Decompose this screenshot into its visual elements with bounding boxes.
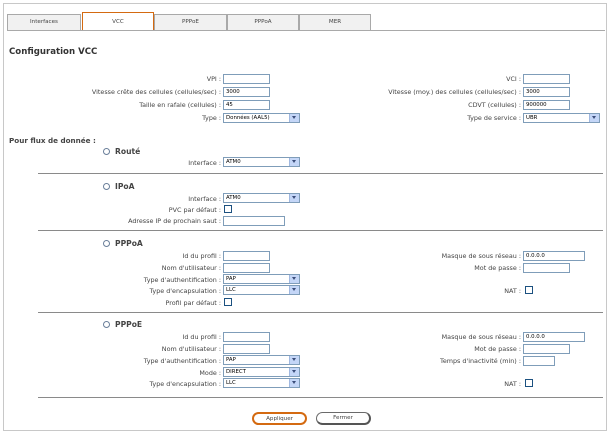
pppoe-radio[interactable] bbox=[103, 321, 110, 328]
type-select-value: Données (AAL5) bbox=[226, 115, 270, 121]
pppoe-mode-label: Mode : bbox=[199, 369, 221, 377]
vci-label: VCI : bbox=[506, 75, 521, 83]
chevron-down-icon bbox=[589, 114, 599, 122]
pppoa-profile-id-label: Id du profil : bbox=[182, 252, 221, 260]
scr-input[interactable]: 3000 bbox=[523, 87, 570, 97]
pppoa-mask-label: Masque de sous réseau : bbox=[441, 252, 521, 260]
pppoe-profile-id-input[interactable] bbox=[223, 332, 270, 342]
service-select[interactable]: UBR bbox=[523, 113, 600, 123]
pppoa-encap-value: LLC bbox=[226, 287, 236, 293]
mbs-input[interactable]: 45 bbox=[223, 100, 270, 110]
pppoe-mask-label: Masque de sous réseau : bbox=[441, 333, 521, 341]
pppoa-title: PPPoA bbox=[115, 239, 143, 248]
tab-interfaces[interactable]: Interfaces bbox=[7, 14, 81, 30]
ipoa-interface-select[interactable]: ATM0 bbox=[223, 193, 300, 203]
route-interface-select[interactable]: ATM0 bbox=[223, 157, 300, 167]
page-title: Configuration VCC bbox=[9, 47, 98, 57]
pppoa-nat-checkbox[interactable] bbox=[525, 286, 533, 294]
mbs-label: Taille en rafale (cellules) : bbox=[139, 101, 221, 109]
pppoe-encap-label: Type d'encapsulation : bbox=[149, 380, 222, 388]
chevron-down-icon bbox=[289, 275, 299, 283]
chevron-down-icon bbox=[289, 286, 299, 294]
pppoa-username-label: Nom d'utilisateur : bbox=[161, 264, 221, 272]
pppoe-profile-id-label: Id du profil : bbox=[182, 333, 221, 341]
ipoa-radio[interactable] bbox=[103, 183, 110, 190]
type-select[interactable]: Données (AAL5) bbox=[223, 113, 300, 123]
pppoa-username-input[interactable] bbox=[223, 263, 270, 273]
chevron-down-icon bbox=[289, 114, 299, 122]
pppoa-auth-value: PAP bbox=[226, 276, 236, 282]
pppoe-mode-value: DIRECT bbox=[226, 369, 246, 375]
apply-button[interactable]: Appliquer bbox=[252, 412, 307, 425]
vpi-input[interactable] bbox=[223, 74, 270, 84]
pppoe-username-input[interactable] bbox=[223, 344, 270, 354]
tab-divider bbox=[7, 30, 605, 31]
ipoa-title: IPoA bbox=[115, 182, 135, 191]
divider bbox=[38, 397, 603, 398]
type-label: Type : bbox=[202, 114, 221, 122]
pcr-input[interactable]: 3000 bbox=[223, 87, 270, 97]
scr-label: Vitesse (moy.) des cellules (cellules/se… bbox=[388, 88, 521, 96]
pppoe-auth-label: Type d'authentification : bbox=[143, 357, 221, 365]
pppoa-nat-label: NAT : bbox=[504, 287, 521, 295]
route-title: Routé bbox=[115, 147, 141, 156]
pppoa-encap-label: Type d'encapsulation : bbox=[149, 287, 222, 295]
close-button[interactable]: Fermer bbox=[316, 412, 371, 425]
ipoa-next-hop-label: Adresse IP de prochain saut : bbox=[128, 217, 221, 225]
pppoe-mode-select[interactable]: DIRECT bbox=[223, 367, 300, 377]
pppoa-radio[interactable] bbox=[103, 240, 110, 247]
pppoe-title: PPPoE bbox=[115, 320, 143, 329]
service-label: Type de service : bbox=[467, 114, 521, 122]
pppoe-nat-label: NAT : bbox=[504, 380, 521, 388]
cdvt-label: CDVT (cellules) : bbox=[468, 101, 521, 109]
pppoa-auth-select[interactable]: PAP bbox=[223, 274, 300, 284]
pppoe-mask-input[interactable]: 0.0.0.0 bbox=[523, 332, 585, 342]
flux-heading: Pour flux de donnée : bbox=[9, 136, 96, 145]
pppoe-idle-label: Temps d'inactivité (min) : bbox=[440, 357, 521, 365]
pppoe-idle-input[interactable] bbox=[523, 356, 555, 366]
vpi-label: VPI : bbox=[206, 75, 221, 83]
route-interface-value: ATM0 bbox=[226, 159, 241, 165]
divider bbox=[38, 312, 603, 313]
pppoe-auth-value: PAP bbox=[226, 357, 236, 363]
pppoe-password-input[interactable] bbox=[523, 344, 570, 354]
pppoa-encap-select[interactable]: LLC bbox=[223, 285, 300, 295]
chevron-down-icon bbox=[289, 368, 299, 376]
pppoa-password-label: Mot de passe : bbox=[474, 264, 521, 272]
route-interface-label: Interface : bbox=[188, 159, 221, 167]
pppoe-username-label: Nom d'utilisateur : bbox=[161, 345, 221, 353]
chevron-down-icon bbox=[289, 379, 299, 387]
pppoe-password-label: Mot de passe : bbox=[474, 345, 521, 353]
pppoa-profile-id-input[interactable] bbox=[223, 251, 270, 261]
pppoa-auth-label: Type d'authentification : bbox=[143, 276, 221, 284]
ipoa-next-hop-input[interactable] bbox=[223, 216, 285, 226]
ipoa-interface-value: ATM0 bbox=[226, 195, 241, 201]
pppoe-encap-value: LLC bbox=[226, 380, 236, 386]
ipoa-default-pvc-checkbox[interactable] bbox=[224, 205, 232, 213]
ipoa-default-pvc-label: PVC par défaut : bbox=[168, 206, 221, 214]
pppoa-mask-input[interactable]: 0.0.0.0 bbox=[523, 251, 585, 261]
pppoe-nat-checkbox[interactable] bbox=[525, 379, 533, 387]
pppoe-auth-select[interactable]: PAP bbox=[223, 355, 300, 365]
chevron-down-icon bbox=[289, 158, 299, 166]
tab-pppoe[interactable]: PPPoE bbox=[154, 14, 227, 30]
chevron-down-icon bbox=[289, 194, 299, 202]
pppoa-password-input[interactable] bbox=[523, 263, 570, 273]
pppoa-default-profile-checkbox[interactable] bbox=[224, 298, 232, 306]
tab-pppoa[interactable]: PPPoA bbox=[227, 14, 299, 30]
divider bbox=[38, 173, 603, 174]
pppoe-encap-select[interactable]: LLC bbox=[223, 378, 300, 388]
divider bbox=[38, 230, 603, 231]
page-frame bbox=[3, 3, 607, 431]
cdvt-input[interactable]: 900000 bbox=[523, 100, 570, 110]
tab-vcc[interactable]: VCC bbox=[82, 12, 154, 30]
pppoa-default-profile-label: Profil par défaut : bbox=[165, 299, 222, 307]
service-select-value: UBR bbox=[526, 115, 538, 121]
vci-input[interactable] bbox=[523, 74, 570, 84]
chevron-down-icon bbox=[289, 356, 299, 364]
ipoa-interface-label: Interface : bbox=[188, 195, 221, 203]
route-radio[interactable] bbox=[103, 148, 110, 155]
tab-mer[interactable]: MER bbox=[299, 14, 371, 30]
pcr-label: Vitesse crête des cellules (cellules/sec… bbox=[91, 88, 221, 96]
